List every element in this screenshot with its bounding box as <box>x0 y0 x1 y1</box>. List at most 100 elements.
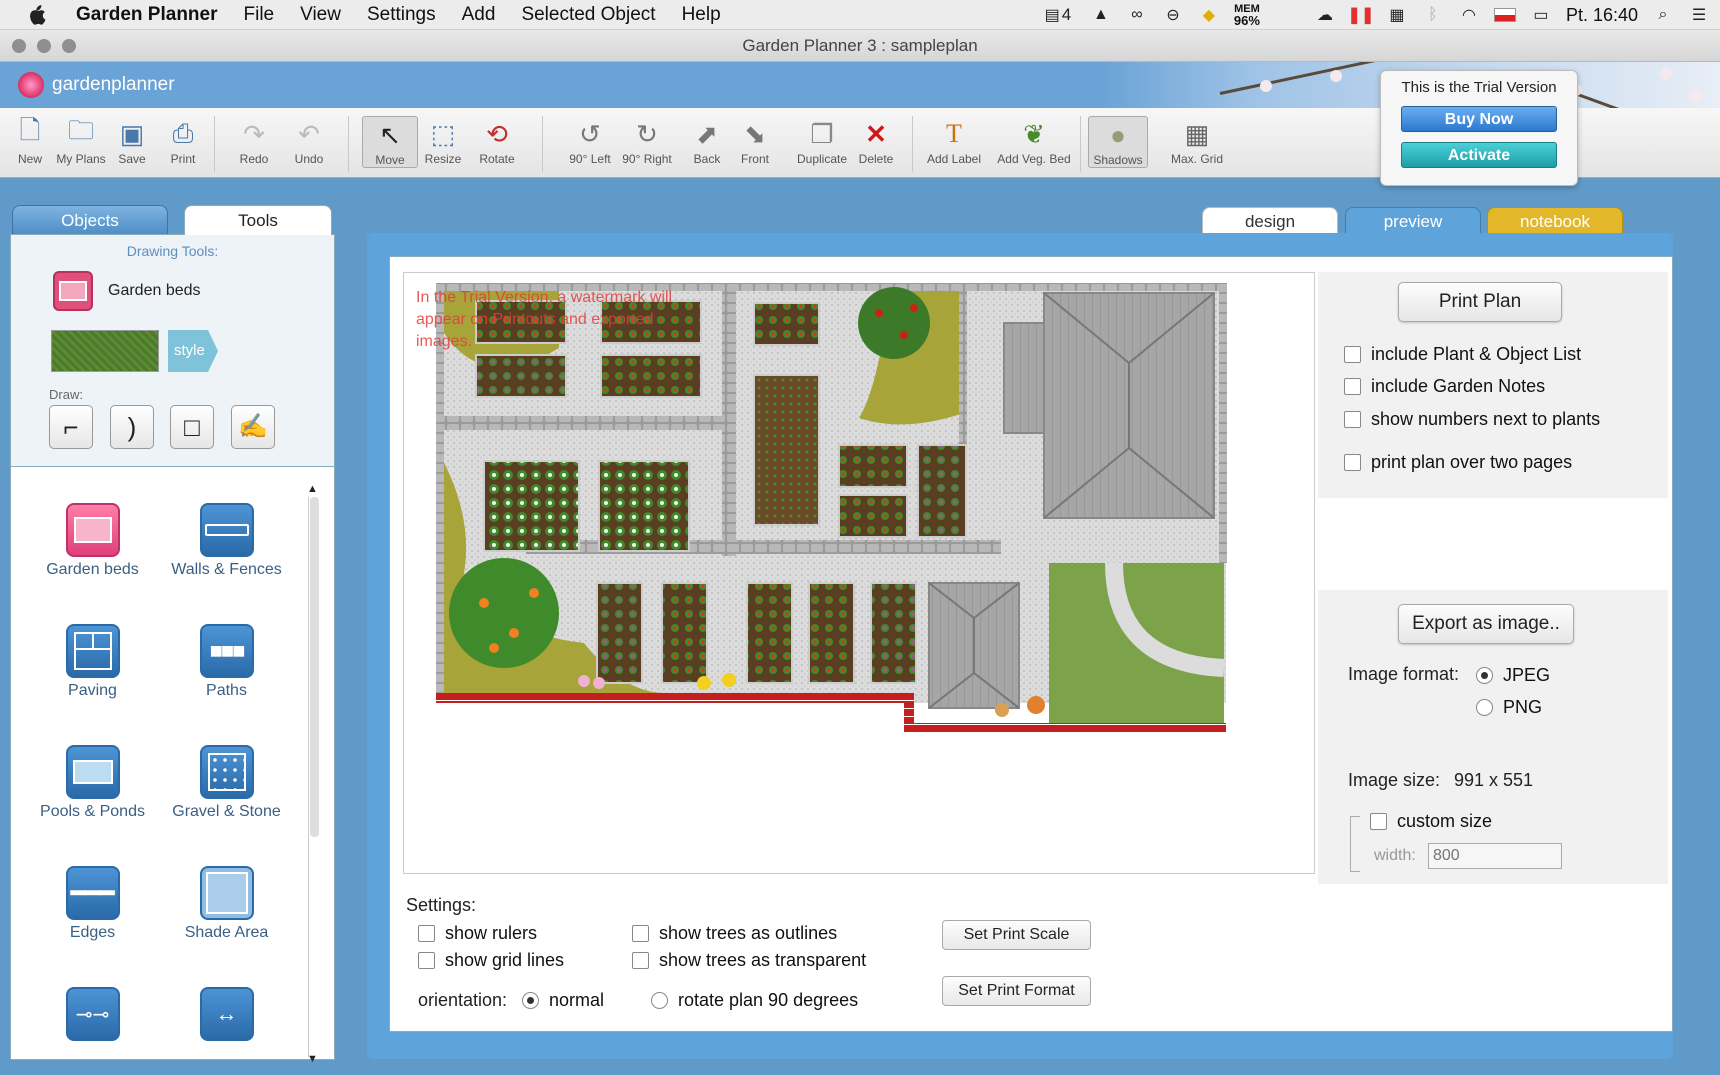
set-print-scale-button[interactable]: Set Print Scale <box>942 920 1091 950</box>
close-window-icon[interactable] <box>12 39 26 53</box>
width-input[interactable] <box>1428 843 1562 869</box>
memory-chip-icon[interactable]: ▦ <box>1386 6 1408 24</box>
garden-bed-tool-icon[interactable] <box>53 271 93 311</box>
draw-polygon-icon[interactable]: ⌐ <box>49 405 93 449</box>
object-walls-fences[interactable]: Walls & Fences <box>159 503 294 579</box>
checkbox-box[interactable] <box>418 925 435 942</box>
print-button[interactable]: ⎙ Print <box>155 116 211 166</box>
drive-icon[interactable]: ▲ <box>1090 6 1112 24</box>
checkbox-box[interactable] <box>1344 411 1361 428</box>
checkbox-box[interactable] <box>632 952 649 969</box>
object-dimension[interactable]: ↔ <box>159 987 294 1045</box>
warning-icon[interactable]: ◆ <box>1198 6 1220 24</box>
orientation-rotate-radio[interactable]: rotate plan 90 degrees <box>651 990 858 1011</box>
include-garden-notes-checkbox[interactable]: include Garden Notes <box>1344 376 1545 397</box>
rotate-right-button[interactable]: ↻ 90° Right <box>617 116 677 167</box>
wifi-icon[interactable]: ◠ <box>1458 6 1480 24</box>
custom-size-checkbox[interactable]: custom size <box>1370 811 1492 832</box>
tab-preview[interactable]: preview <box>1345 207 1481 235</box>
print-plan-button[interactable]: Print Plan <box>1398 282 1562 322</box>
new-button[interactable]: 🗋 New <box>2 115 58 166</box>
do-not-disturb-icon[interactable]: ⊖ <box>1162 6 1184 24</box>
keyboard-flag-icon[interactable] <box>1493 8 1516 22</box>
save-button[interactable]: ▣ Save <box>104 116 160 167</box>
apple-icon[interactable] <box>26 4 48 26</box>
style-swatch[interactable] <box>51 330 159 372</box>
object-edges[interactable]: ━━━ Edges <box>25 866 160 942</box>
radio-button[interactable] <box>1476 699 1493 716</box>
object-garden-beds[interactable]: Garden beds <box>25 503 160 579</box>
object-paving[interactable]: Paving <box>25 624 160 700</box>
trees-transparent-checkbox[interactable]: show trees as transparent <box>632 950 866 971</box>
scroll-up-icon[interactable]: ▲ <box>307 483 318 495</box>
duplicate-button[interactable]: ❐ Duplicate <box>792 116 852 167</box>
menu-help[interactable]: Help <box>669 4 734 26</box>
include-plant-list-checkbox[interactable]: include Plant & Object List <box>1344 344 1581 365</box>
radio-button[interactable] <box>522 992 539 1009</box>
checkbox-box[interactable] <box>1344 454 1361 471</box>
notification-center-icon[interactable]: ☰ <box>1688 6 1710 24</box>
cloud-upload-icon[interactable]: ☁ <box>1314 6 1336 24</box>
creative-cloud-icon[interactable]: ∞ <box>1126 6 1148 24</box>
objects-scrollbar[interactable]: ▲ ▼ <box>307 483 320 1065</box>
show-grid-lines-checkbox[interactable]: show grid lines <box>418 950 564 971</box>
radio-button[interactable] <box>651 992 668 1009</box>
delete-button[interactable]: ✕ Delete <box>848 116 904 167</box>
add-veg-bed-button[interactable]: ❦ Add Veg. Bed <box>992 116 1076 167</box>
memory-indicator[interactable]: MEM 96% <box>1234 4 1260 28</box>
zoom-window-icon[interactable] <box>62 39 76 53</box>
resize-button[interactable]: ⬚ Resize <box>415 116 471 167</box>
style-button[interactable]: style <box>168 330 218 372</box>
checkbox-box[interactable] <box>632 925 649 942</box>
checkbox-box[interactable] <box>1370 813 1387 830</box>
checkbox-box[interactable] <box>418 952 435 969</box>
format-png-radio[interactable]: PNG <box>1476 697 1542 718</box>
shadows-button[interactable]: ● Shadows <box>1088 116 1148 168</box>
menu-selected-object[interactable]: Selected Object <box>508 4 668 26</box>
orientation-normal-radio[interactable]: normal <box>522 990 604 1011</box>
draw-rectangle-icon[interactable]: □ <box>170 405 214 449</box>
tab-design[interactable]: design <box>1202 207 1338 235</box>
object-shade-area[interactable]: Shade Area <box>159 866 294 942</box>
draw-freehand-icon[interactable]: ✍ <box>231 405 275 449</box>
menu-settings[interactable]: Settings <box>354 4 449 26</box>
tab-objects[interactable]: Objects <box>12 205 168 235</box>
tab-tools[interactable]: Tools <box>184 205 332 235</box>
menu-file[interactable]: File <box>231 4 288 26</box>
move-button[interactable]: ↖ Move <box>362 116 418 168</box>
rotate-button[interactable]: ⟲ Rotate <box>469 116 525 167</box>
show-numbers-checkbox[interactable]: show numbers next to plants <box>1344 409 1600 430</box>
menu-app-name[interactable]: Garden Planner <box>68 4 231 26</box>
redo-button[interactable]: ↷ Redo <box>226 116 282 167</box>
bring-front-button[interactable]: ⬊ Front <box>727 116 783 167</box>
format-jpeg-radio[interactable]: JPEG <box>1476 665 1550 686</box>
object-measure-line[interactable]: ⊸⊸ <box>25 987 160 1045</box>
tab-notebook[interactable]: notebook <box>1487 207 1623 235</box>
clock[interactable]: Pt. 16:40 <box>1566 5 1638 26</box>
menu-view[interactable]: View <box>287 4 354 26</box>
menu-add[interactable]: Add <box>449 4 509 26</box>
garden-plan-preview[interactable]: In the Trial Version, a watermark will a… <box>403 272 1315 874</box>
export-image-button[interactable]: Export as image.. <box>1398 604 1574 644</box>
activate-button[interactable]: Activate <box>1401 142 1557 168</box>
pause-icon[interactable]: ❚❚ <box>1348 6 1375 24</box>
rotate-left-button[interactable]: ↺ 90° Left <box>562 116 618 167</box>
radio-button[interactable] <box>1476 667 1493 684</box>
draw-curve-icon[interactable]: ) <box>110 405 154 449</box>
spotlight-search-icon[interactable]: ⌕ <box>1652 6 1674 24</box>
bluetooth-icon[interactable]: ᛒ <box>1422 6 1444 24</box>
two-pages-checkbox[interactable]: print plan over two pages <box>1344 452 1572 473</box>
buy-now-button[interactable]: Buy Now <box>1401 106 1557 132</box>
object-pools-ponds[interactable]: Pools & Ponds <box>25 745 160 821</box>
show-rulers-checkbox[interactable]: show rulers <box>418 923 537 944</box>
max-grid-button[interactable]: ▦ Max. Grid <box>1166 116 1228 167</box>
scroll-down-icon[interactable]: ▼ <box>307 1053 318 1065</box>
notification-icon[interactable]: ▤ 4 <box>1040 5 1076 24</box>
minimize-window-icon[interactable] <box>37 39 51 53</box>
add-label-button[interactable]: T Add Label <box>924 116 984 166</box>
object-paths[interactable]: ■■■ Paths <box>159 624 294 700</box>
scrollbar-thumb[interactable] <box>310 497 319 837</box>
set-print-format-button[interactable]: Set Print Format <box>942 976 1091 1006</box>
battery-icon[interactable]: ▭ <box>1530 6 1552 24</box>
trees-outlines-checkbox[interactable]: show trees as outlines <box>632 923 837 944</box>
